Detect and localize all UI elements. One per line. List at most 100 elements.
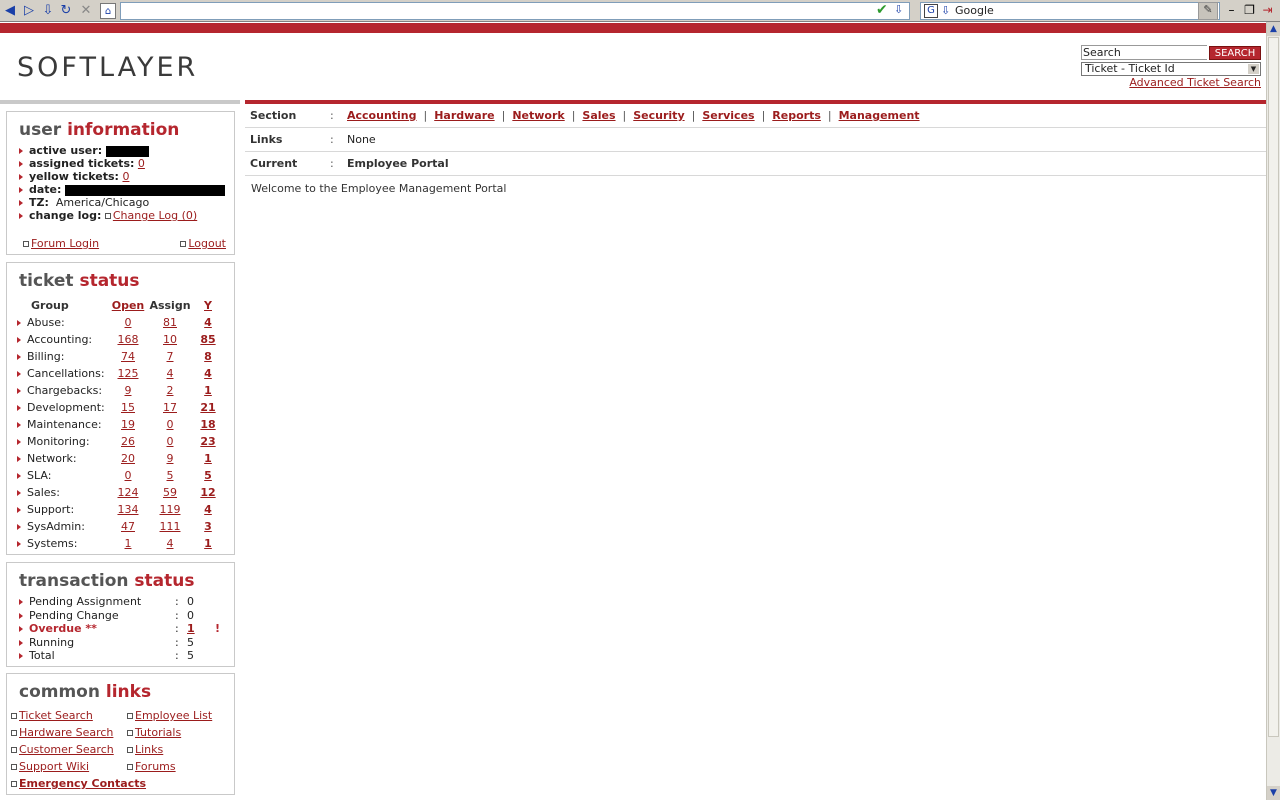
open-cell[interactable]: 0 [107, 314, 149, 331]
y-cell[interactable]: 23 [191, 433, 225, 450]
section-link-services[interactable]: Services [702, 109, 754, 122]
open-cell[interactable]: 168 [107, 331, 149, 348]
common-link[interactable]: Customer Search [19, 743, 114, 756]
logout-link[interactable]: Logout [188, 237, 226, 250]
assign-cell[interactable]: 2 [149, 382, 191, 399]
common-link[interactable]: Forums [135, 760, 176, 773]
search-button[interactable]: SEARCH [1209, 46, 1261, 60]
open-cell[interactable]: 9 [107, 382, 149, 399]
assign-cell[interactable]: 17 [149, 399, 191, 416]
section-nav: Accounting | Hardware | Network | Sales … [347, 109, 920, 122]
overdue-link[interactable]: 1 [187, 622, 195, 636]
assign-cell[interactable]: 119 [149, 501, 191, 518]
open-cell[interactable]: 15 [107, 399, 149, 416]
down-icon[interactable]: ⇩ [40, 3, 56, 19]
links-row: Links : None [245, 128, 1266, 152]
transaction-label: Running [29, 635, 75, 649]
assign-cell[interactable]: 4 [149, 535, 191, 552]
common-link-item: Ticket Search [11, 709, 93, 722]
col-header-open[interactable]: Open [107, 297, 149, 314]
assign-cell[interactable]: 10 [149, 331, 191, 348]
common-link[interactable]: Employee List [135, 709, 212, 722]
scroll-down-icon[interactable]: ▼ [1267, 786, 1280, 800]
section-link-reports[interactable]: Reports [772, 109, 821, 122]
group-cell: Maintenance: [17, 416, 107, 433]
group-cell: Development: [17, 399, 107, 416]
open-cell[interactable]: 134 [107, 501, 149, 518]
assign-cell[interactable]: 7 [149, 348, 191, 365]
google-search-input[interactable]: G ⇩ Google [920, 2, 1220, 20]
assign-cell[interactable]: 0 [149, 416, 191, 433]
open-cell[interactable]: 1 [107, 535, 149, 552]
bullet-icon [17, 490, 21, 496]
open-cell[interactable]: 125 [107, 365, 149, 382]
section-link-security[interactable]: Security [633, 109, 684, 122]
open-cell[interactable]: 74 [107, 348, 149, 365]
open-cell[interactable]: 124 [107, 484, 149, 501]
chevron-down-icon[interactable]: ⇩ [941, 3, 950, 19]
common-link[interactable]: Links [135, 743, 163, 756]
section-link-management[interactable]: Management [839, 109, 920, 122]
common-link[interactable]: Ticket Search [19, 709, 93, 722]
common-link[interactable]: Emergency Contacts [19, 777, 146, 790]
assign-cell[interactable]: 9 [149, 450, 191, 467]
y-cell[interactable]: 85 [191, 331, 225, 348]
section-link-sales[interactable]: Sales [582, 109, 615, 122]
y-cell[interactable]: 4 [191, 314, 225, 331]
yellow-tickets-link[interactable]: 0 [122, 170, 129, 183]
go-check-icon[interactable]: ✔ [876, 2, 888, 18]
change-log-link[interactable]: Change Log (0) [113, 209, 197, 222]
y-cell[interactable]: 8 [191, 348, 225, 365]
y-cell[interactable]: 1 [191, 535, 225, 552]
home-icon[interactable]: ⌂ [100, 3, 116, 19]
section-link-accounting[interactable]: Accounting [347, 109, 417, 122]
reload-icon[interactable]: ↻ [58, 3, 74, 19]
chevron-down-icon[interactable]: ▼ [1248, 64, 1259, 74]
forum-login-link[interactable]: Forum Login [31, 237, 99, 250]
assign-cell[interactable]: 0 [149, 433, 191, 450]
section-link-hardware[interactable]: Hardware [434, 109, 494, 122]
assign-cell[interactable]: 81 [149, 314, 191, 331]
advanced-ticket-search-link[interactable]: Advanced Ticket Search [1129, 76, 1261, 89]
open-cell[interactable]: 20 [107, 450, 149, 467]
restore-icon[interactable]: ❐ [1242, 3, 1257, 18]
y-cell[interactable]: 12 [191, 484, 225, 501]
section-link-network[interactable]: Network [512, 109, 564, 122]
common-links-panel: common links Ticket Search Hardware Searc… [6, 673, 235, 795]
assigned-tickets-link[interactable]: 0 [138, 157, 145, 170]
search-tool-icon[interactable]: ✎ [1198, 2, 1218, 20]
open-cell[interactable]: 0 [107, 467, 149, 484]
assign-cell[interactable]: 4 [149, 365, 191, 382]
back-icon[interactable]: ◀ [2, 3, 18, 19]
y-cell[interactable]: 1 [191, 450, 225, 467]
open-cell[interactable]: 19 [107, 416, 149, 433]
common-link[interactable]: Support Wiki [19, 760, 89, 773]
exit-icon[interactable]: ⇥ [1260, 3, 1275, 18]
col-header-y[interactable]: Y [191, 297, 225, 314]
url-input[interactable] [120, 2, 910, 20]
scroll-thumb[interactable] [1268, 37, 1279, 737]
open-cell[interactable]: 26 [107, 433, 149, 450]
common-link[interactable]: Tutorials [135, 726, 181, 739]
stop-icon[interactable]: ✕ [78, 3, 94, 19]
forward-icon[interactable]: ▷ [21, 3, 37, 19]
open-cell[interactable]: 47 [107, 518, 149, 535]
scrollbar[interactable]: ▲ ▼ [1266, 22, 1280, 800]
common-link[interactable]: Hardware Search [19, 726, 113, 739]
y-cell[interactable]: 21 [191, 399, 225, 416]
assign-cell[interactable]: 111 [149, 518, 191, 535]
softlayer-logo[interactable]: SOFTLAYER [17, 52, 198, 83]
assign-cell[interactable]: 59 [149, 484, 191, 501]
y-cell[interactable]: 1 [191, 382, 225, 399]
y-cell[interactable]: 18 [191, 416, 225, 433]
assign-cell[interactable]: 5 [149, 467, 191, 484]
search-type-select[interactable]: Ticket - Ticket Id ▼ [1081, 62, 1261, 76]
scroll-up-icon[interactable]: ▲ [1267, 22, 1280, 36]
y-cell[interactable]: 4 [191, 365, 225, 382]
y-cell[interactable]: 4 [191, 501, 225, 518]
y-cell[interactable]: 3 [191, 518, 225, 535]
minimize-icon[interactable]: – [1224, 3, 1239, 18]
col-header-group: Group [31, 299, 69, 312]
go-dropdown-icon[interactable]: ⇩ [894, 3, 903, 16]
y-cell[interactable]: 5 [191, 467, 225, 484]
